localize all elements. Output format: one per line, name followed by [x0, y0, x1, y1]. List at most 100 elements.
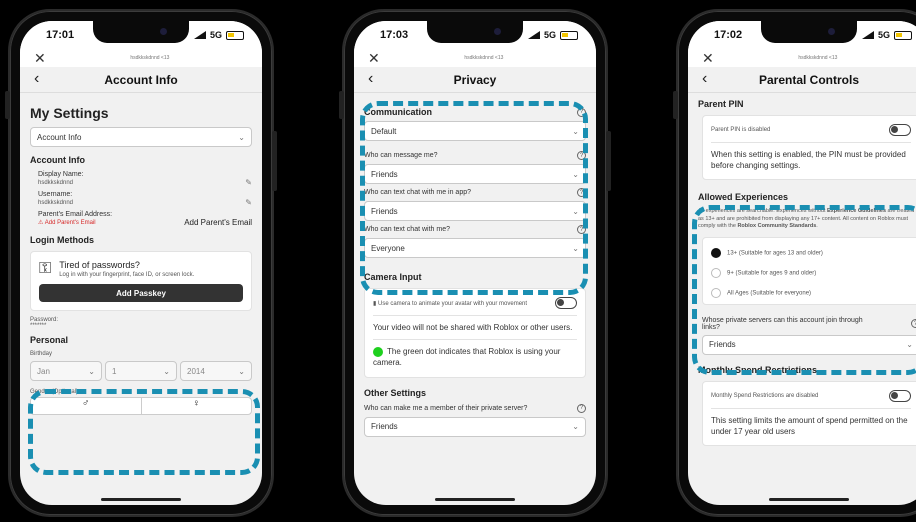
- close-icon[interactable]: ✕: [368, 50, 380, 67]
- communication-label: Communication: [364, 107, 433, 117]
- settings-heading: My Settings: [30, 105, 109, 121]
- camera-icon: ▮: [373, 300, 377, 307]
- option-9-label: 9+ (Suitable for ages 9 and older): [727, 270, 817, 277]
- text-in-app-value: Friends: [371, 206, 398, 216]
- help-icon[interactable]: ?: [577, 225, 586, 234]
- signal-icon: [861, 31, 874, 39]
- url-text: hsdkkskdnnd <13: [464, 55, 504, 61]
- chevron-down-icon: ⌄: [572, 206, 579, 216]
- communication-value: Default: [371, 126, 397, 136]
- page-title: Parental Controls: [758, 72, 860, 87]
- back-icon[interactable]: ‹: [34, 70, 39, 88]
- gender-male-icon[interactable]: ♂: [31, 398, 142, 414]
- radio-unselected: [711, 287, 721, 298]
- chevron-down-icon: ⌄: [88, 366, 95, 376]
- pin-toggle[interactable]: [889, 124, 911, 136]
- help-icon[interactable]: ?: [577, 107, 586, 117]
- personal-heading: Personal: [30, 335, 69, 345]
- chevron-down-icon: ⌄: [572, 243, 579, 253]
- private-server-value: Friends: [371, 422, 398, 432]
- message-label: Who can message me?: [364, 152, 438, 159]
- birthday-month-value: Jan: [37, 366, 50, 376]
- settings-section-select[interactable]: Account Info ⌄: [30, 127, 252, 147]
- passkey-card: ⚿ Tired of passwords? Log in with your f…: [30, 251, 252, 311]
- spend-status: Monthly Spend Restrictions are disabled: [711, 392, 819, 399]
- gender-label: Gender (Optional): [30, 389, 79, 395]
- birthday-year-select[interactable]: 2014 ⌄: [180, 361, 252, 381]
- phone-account-info: 17:01 5G ✕ hsdkkskdnnd <13 ‹ Account Inf…: [5, 9, 277, 517]
- birthday-year-value: 2014: [187, 366, 205, 376]
- nav-bar: ‹ Privacy: [354, 67, 596, 93]
- birthday-day-select[interactable]: 1 ⌄: [105, 361, 177, 381]
- private-join-label: Whose private servers can this account j…: [702, 316, 863, 331]
- private-server-label: Who can make me a member of their privat…: [364, 404, 528, 412]
- camera-para-2: The green dot indicates that Roblox is u…: [373, 347, 561, 368]
- pin-text: When this setting is enabled, the PIN mu…: [711, 150, 906, 171]
- message-value: Friends: [371, 169, 398, 179]
- pin-heading: Parent PIN: [698, 99, 744, 109]
- option-13-plus[interactable]: 13+ (Suitable for ages 13 and older): [711, 247, 911, 258]
- chevron-down-icon: ⌄: [572, 422, 579, 432]
- experience-guidelines-link[interactable]: Experience Guidelines: [827, 208, 886, 214]
- option-all-ages[interactable]: All Ages (Suitable for everyone): [711, 287, 911, 298]
- warning-icon: ⚠: [38, 220, 44, 226]
- option-9-plus[interactable]: 9+ (Suitable for ages 9 and older): [711, 267, 911, 278]
- edit-icon[interactable]: ✎: [245, 178, 252, 187]
- chevron-down-icon: ⌄: [906, 340, 913, 350]
- username-value: hsdkkskdnnd: [38, 199, 74, 206]
- help-icon[interactable]: ?: [577, 188, 586, 197]
- account-info-heading: Account Info: [30, 155, 85, 165]
- chevron-down-icon: ⌄: [572, 126, 579, 136]
- help-icon[interactable]: ?: [911, 319, 916, 329]
- green-dot-icon: [373, 347, 383, 358]
- camera-toggle[interactable]: [555, 297, 577, 309]
- birthday-label: Birthday: [30, 351, 53, 357]
- phone-privacy: 17:03 5G ✕ hsdkkskdnnd <13 ‹ Privacy Com…: [339, 9, 611, 517]
- display-name-label: Display Name:: [38, 171, 84, 178]
- other-settings-heading: Other Settings: [364, 387, 427, 398]
- parent-email-warning: Add Parent's Email: [44, 220, 96, 226]
- password-value: *******: [30, 323, 47, 329]
- back-icon[interactable]: ‹: [368, 70, 373, 88]
- back-icon[interactable]: ‹: [702, 70, 707, 88]
- add-parent-email-link[interactable]: Add Parent's Email: [184, 218, 252, 227]
- chevron-down-icon: ⌄: [572, 169, 579, 179]
- gender-female-icon[interactable]: ♀: [142, 398, 252, 414]
- help-icon[interactable]: ?: [577, 151, 586, 160]
- close-icon[interactable]: ✕: [34, 50, 46, 67]
- edit-icon[interactable]: ✎: [245, 198, 252, 207]
- network-label: 5G: [877, 30, 890, 40]
- option-all-label: All Ages (Suitable for everyone): [727, 290, 812, 297]
- passkey-text: Log in with your fingerprint, face ID, o…: [59, 272, 195, 278]
- screen: 17:02 5G ✕ hsdkkskdnnd <13 ‹ Parental Co…: [688, 21, 916, 505]
- radio-unselected: [711, 267, 721, 278]
- help-icon[interactable]: ?: [577, 403, 586, 413]
- status-time: 17:01: [46, 29, 75, 41]
- private-server-select[interactable]: Friends ⌄: [364, 416, 586, 437]
- text-in-app-select[interactable]: Friends ⌄: [364, 201, 586, 221]
- nav-bar: ‹ Account Info: [20, 67, 262, 93]
- battery-icon: [226, 30, 244, 40]
- page-title: Privacy: [453, 72, 497, 87]
- add-passkey-button[interactable]: Add Passkey: [39, 284, 243, 302]
- birthday-month-select[interactable]: Jan ⌄: [30, 361, 102, 381]
- url-bar: ✕ hsdkkskdnnd <13: [354, 49, 596, 67]
- stage: 17:01 5G ✕ hsdkkskdnnd <13 ‹ Account Inf…: [0, 0, 916, 522]
- spend-toggle[interactable]: [889, 389, 911, 402]
- close-icon[interactable]: ✕: [702, 50, 714, 67]
- spend-text: This setting limits the amount of spend …: [711, 415, 908, 436]
- community-standards-link[interactable]: Roblox Community Standards: [737, 223, 816, 229]
- nav-bar: ‹ Parental Controls: [688, 67, 916, 93]
- pin-status: Parent PIN is disabled: [711, 127, 771, 133]
- allowed-text-c: .: [816, 223, 818, 230]
- camera-toggle-label: Use camera to animate your avatar with y…: [377, 300, 528, 307]
- settings-select-value: Account Info: [37, 132, 82, 142]
- message-select[interactable]: Friends ⌄: [364, 164, 586, 184]
- communication-select[interactable]: Default ⌄: [364, 121, 586, 141]
- network-label: 5G: [209, 30, 222, 40]
- battery-icon: [894, 30, 912, 40]
- text-chat-select[interactable]: Everyone ⌄: [364, 238, 586, 258]
- network-label: 5G: [543, 30, 556, 40]
- private-join-select[interactable]: Friends ⌄: [702, 334, 916, 355]
- url-bar: ✕ hsdkkskdnnd <13: [688, 49, 916, 67]
